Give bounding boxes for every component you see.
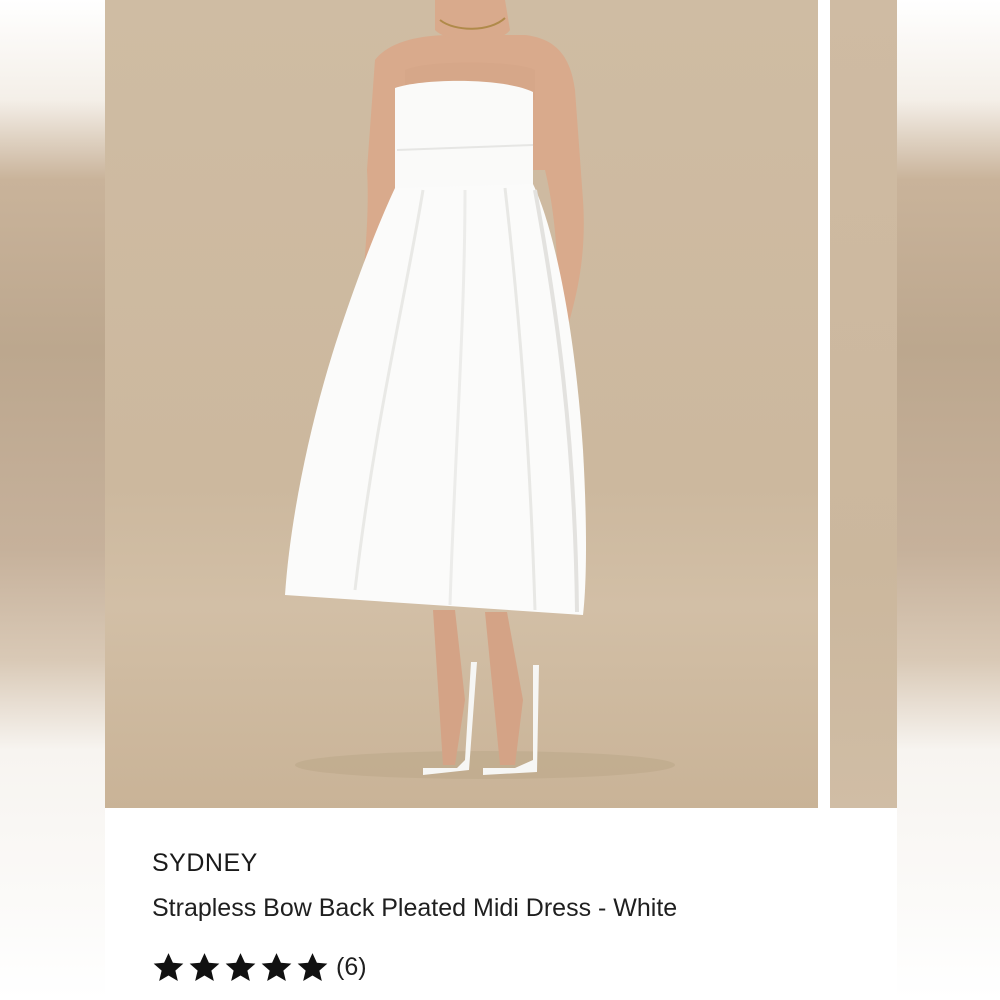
star-icon	[225, 953, 256, 981]
star-icon	[297, 953, 328, 981]
product-card[interactable]: SYDNEY Strapless Bow Back Pleated Midi D…	[105, 0, 897, 1000]
rating-row[interactable]: (6)	[152, 951, 367, 984]
product-title[interactable]: Strapless Bow Back Pleated Midi Dress - …	[152, 894, 677, 923]
next-product-image-peek[interactable]	[830, 0, 897, 808]
star-icon	[189, 953, 220, 981]
product-info: SYDNEY Strapless Bow Back Pleated Midi D…	[105, 808, 897, 1000]
model-photo-illustration	[285, 0, 675, 779]
star-icon	[261, 953, 292, 981]
brand-name[interactable]: SYDNEY	[152, 849, 258, 878]
blurred-backdrop-right	[897, 0, 1000, 1000]
blurred-backdrop-left	[0, 0, 105, 1000]
review-count[interactable]: (6)	[336, 953, 367, 982]
product-image[interactable]	[105, 0, 818, 808]
star-icon	[153, 953, 184, 981]
star-rating	[152, 951, 329, 984]
